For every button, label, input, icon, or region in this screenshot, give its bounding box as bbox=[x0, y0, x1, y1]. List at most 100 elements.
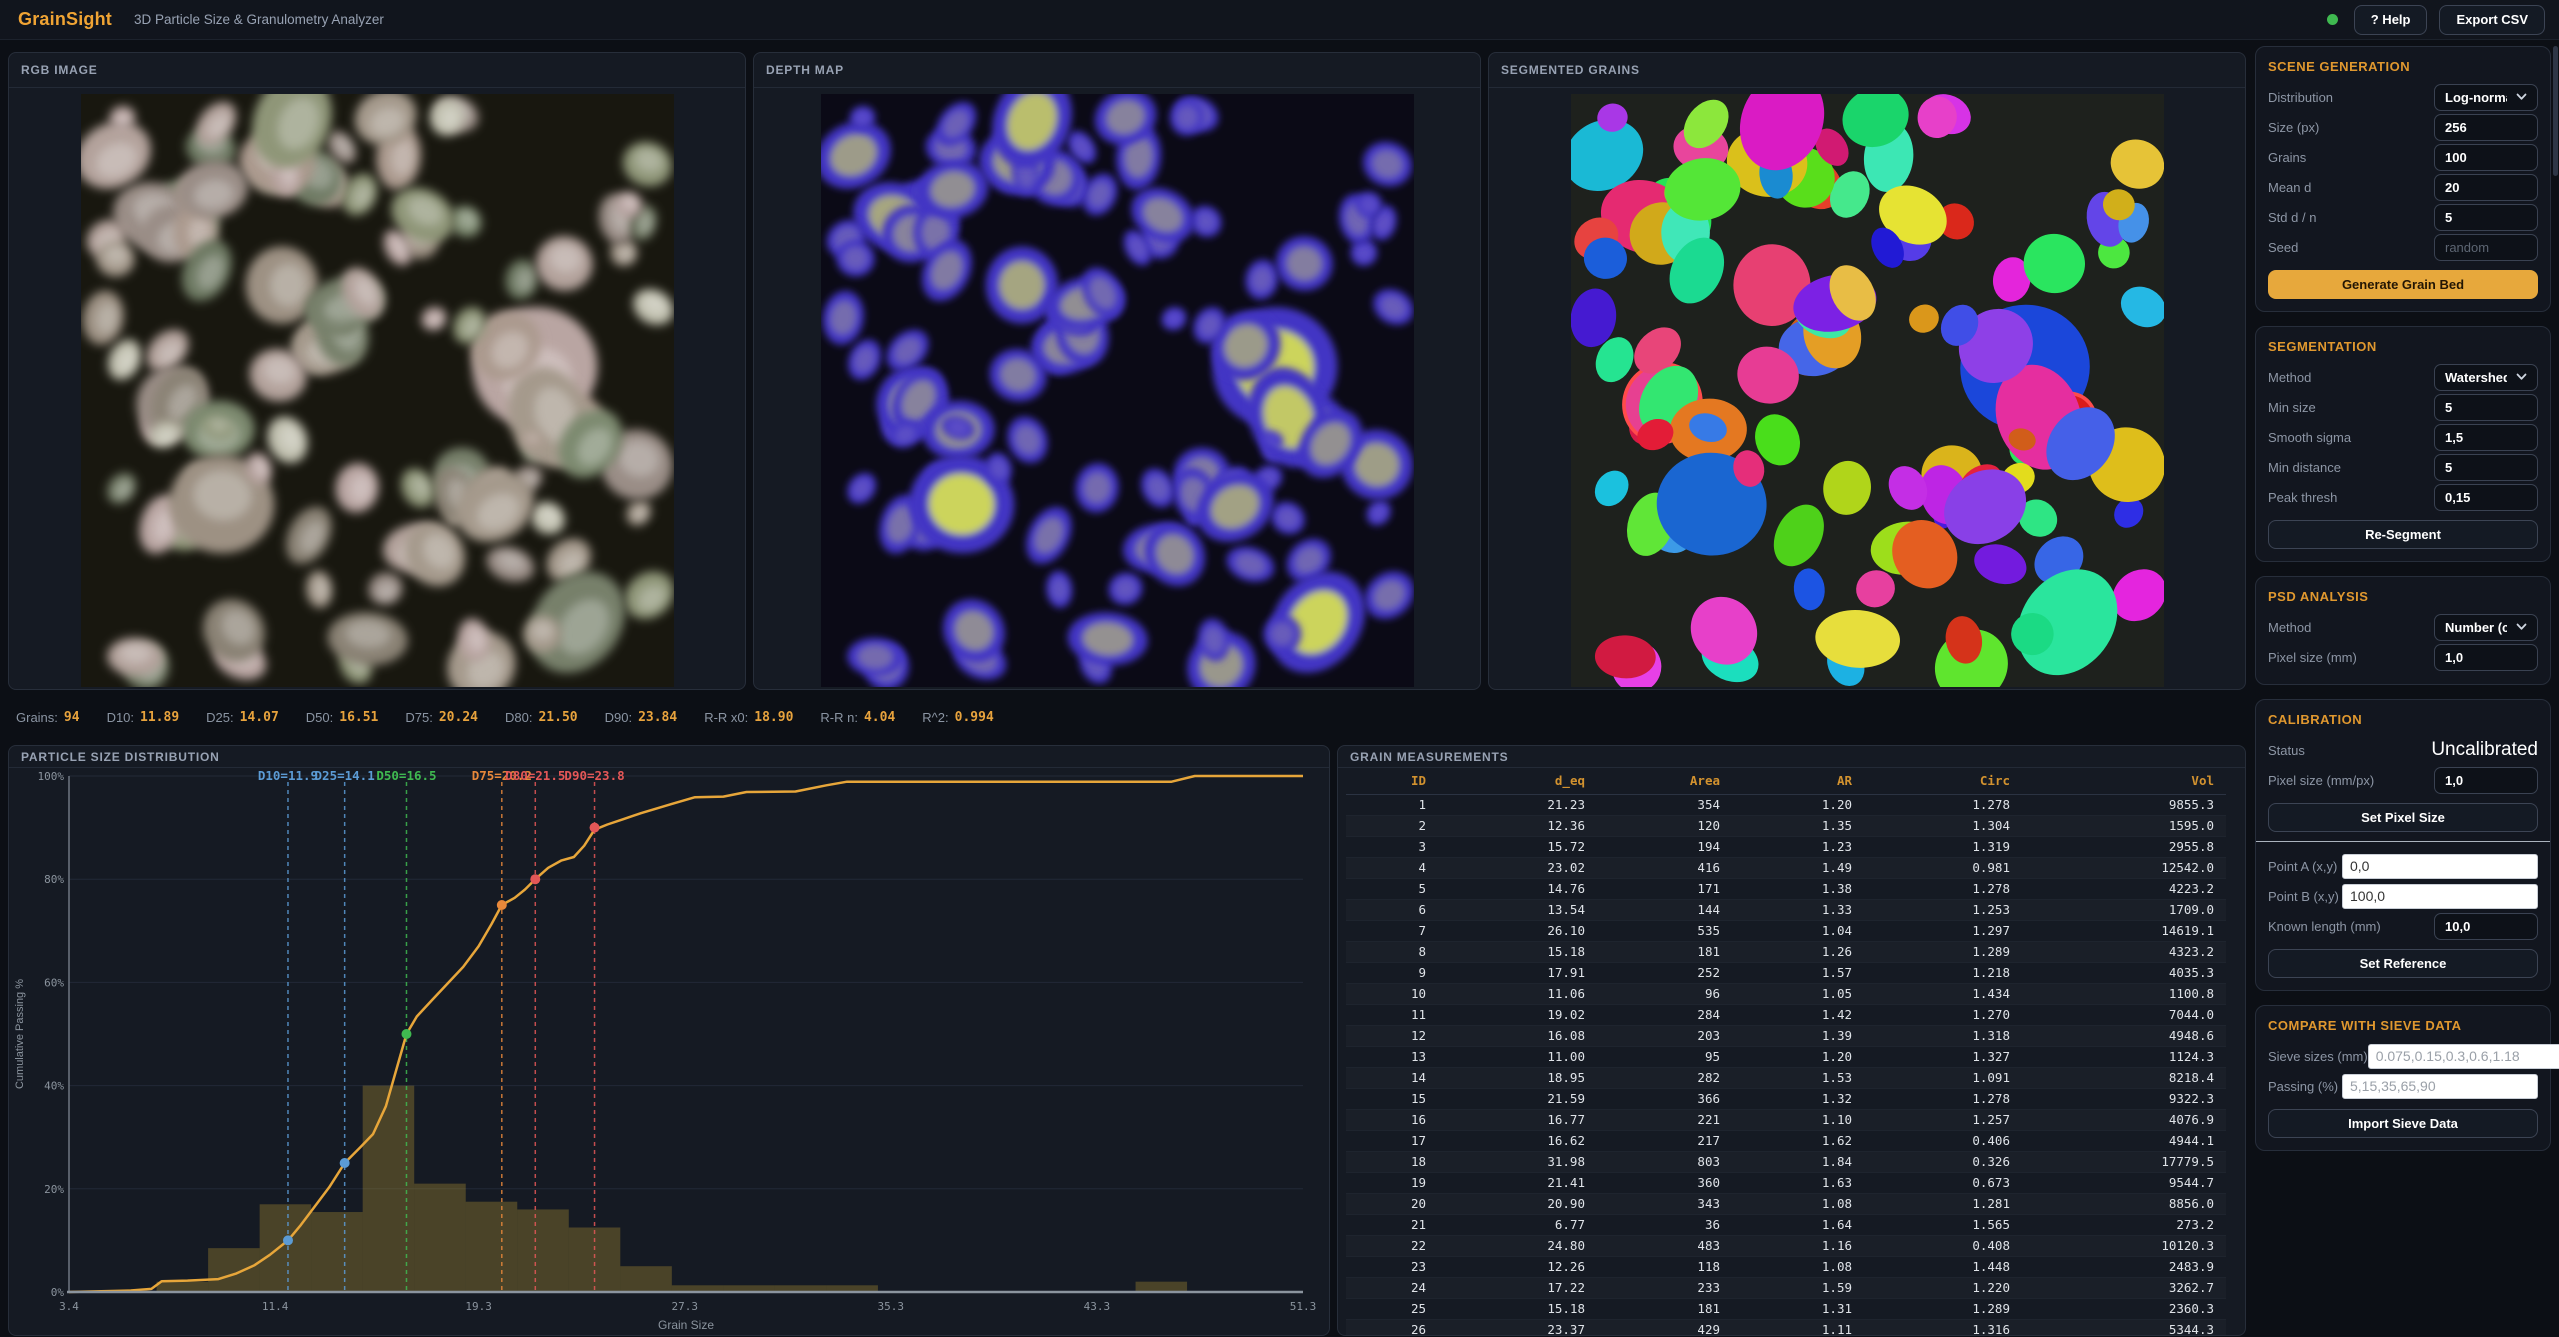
peak-thresh-input[interactable] bbox=[2434, 484, 2538, 511]
export-csv-button[interactable]: Export CSV bbox=[2439, 5, 2545, 35]
method-label: Method bbox=[2268, 370, 2311, 385]
sidebar-scrollbar[interactable] bbox=[2553, 46, 2558, 176]
table-row[interactable]: 1119.022841.421.2707044.0 bbox=[1346, 1004, 2226, 1025]
table-cell: 23.37 bbox=[1438, 1319, 1597, 1336]
segmented-grains-image[interactable] bbox=[1571, 94, 2164, 687]
table-row[interactable]: 2623.374291.111.3165344.3 bbox=[1346, 1319, 2226, 1336]
stat-r-r-n: R-R n:4.04 bbox=[820, 710, 895, 725]
stat-value: 4.04 bbox=[864, 710, 895, 725]
table-cell: 2483.9 bbox=[2022, 1256, 2226, 1277]
table-row[interactable]: 613.541441.331.2531709.0 bbox=[1346, 899, 2226, 920]
pixel-size-mm-input[interactable] bbox=[2434, 644, 2538, 671]
table-row[interactable]: 1418.952821.531.0918218.4 bbox=[1346, 1067, 2226, 1088]
import-sieve-data-button[interactable]: Import Sieve Data bbox=[2268, 1109, 2538, 1138]
method-select[interactable]: Watershed bbox=[2434, 364, 2538, 391]
min-size-input[interactable] bbox=[2434, 394, 2538, 421]
set-pixel-size-button[interactable]: Set Pixel Size bbox=[2268, 803, 2538, 832]
table-cell: 12 bbox=[1346, 1025, 1438, 1046]
stat-d90: D90:23.84 bbox=[605, 710, 678, 725]
marker-dot-d25 bbox=[340, 1158, 350, 1168]
table-cell: 354 bbox=[1597, 794, 1732, 815]
table-row[interactable]: 514.761711.381.2784223.2 bbox=[1346, 878, 2226, 899]
grains-input[interactable] bbox=[2434, 144, 2538, 171]
field-row-std-d-n: Std d / n bbox=[2268, 202, 2538, 232]
stat-label: D25: bbox=[206, 710, 233, 725]
point-b-x-y-input[interactable] bbox=[2342, 884, 2538, 909]
size-px-input[interactable] bbox=[2434, 114, 2538, 141]
peak-thresh-label: Peak thresh bbox=[2268, 490, 2337, 505]
chevron-down-icon bbox=[2516, 623, 2527, 631]
point-a-x-y-input[interactable] bbox=[2342, 854, 2538, 879]
table-row[interactable]: 2312.261181.081.4482483.9 bbox=[1346, 1256, 2226, 1277]
table-row[interactable]: 2224.804831.160.40810120.3 bbox=[1346, 1235, 2226, 1256]
table-cell: 1.289 bbox=[1864, 1298, 2022, 1319]
col-header-ar: AR bbox=[1732, 768, 1864, 794]
std-d-n-input[interactable] bbox=[2434, 204, 2538, 231]
table-cell: 16.62 bbox=[1438, 1130, 1597, 1151]
table-cell: 2360.3 bbox=[2022, 1298, 2226, 1319]
table-row[interactable]: 216.77361.641.565273.2 bbox=[1346, 1214, 2226, 1235]
table-cell: 4948.6 bbox=[2022, 1025, 2226, 1046]
mean-d-label: Mean d bbox=[2268, 180, 2311, 195]
table-row[interactable]: 726.105351.041.29714619.1 bbox=[1346, 920, 2226, 941]
table-cell: 1.218 bbox=[1864, 962, 2022, 983]
table-cell: 1.57 bbox=[1732, 962, 1864, 983]
generate-grain-bed-button[interactable]: Generate Grain Bed bbox=[2268, 270, 2538, 299]
smooth-sigma-input[interactable] bbox=[2434, 424, 2538, 451]
table-row[interactable]: 1311.00951.201.3271124.3 bbox=[1346, 1046, 2226, 1067]
set-reference-button[interactable]: Set Reference bbox=[2268, 949, 2538, 978]
passing-input[interactable] bbox=[2342, 1074, 2538, 1099]
histogram-bar bbox=[620, 1266, 672, 1292]
re-segment-button[interactable]: Re-Segment bbox=[2268, 520, 2538, 549]
marker-label-d25: D25=14.1 bbox=[315, 768, 375, 783]
point-a-x-y-label: Point A (x,y) bbox=[2268, 859, 2337, 874]
table-row[interactable]: 1831.988031.840.32617779.5 bbox=[1346, 1151, 2226, 1172]
seed-input[interactable] bbox=[2434, 234, 2538, 261]
table-row[interactable]: 212.361201.351.3041595.0 bbox=[1346, 815, 2226, 836]
table-row[interactable]: 917.912521.571.2184035.3 bbox=[1346, 962, 2226, 983]
table-cell: 14.76 bbox=[1438, 878, 1597, 899]
depth-map-image[interactable] bbox=[821, 94, 1414, 687]
svg-text:51.3: 51.3 bbox=[1290, 1300, 1317, 1313]
histogram-bar bbox=[311, 1212, 363, 1292]
known-length-mm-input[interactable] bbox=[2434, 913, 2538, 940]
table-cell: 1.278 bbox=[1864, 794, 2022, 815]
sieve-sizes-mm-input[interactable] bbox=[2368, 1044, 2559, 1069]
table-cell: 1.220 bbox=[1864, 1277, 2022, 1298]
distribution-select[interactable]: Log-normal bbox=[2434, 84, 2538, 111]
table-row[interactable]: 1616.772211.101.2574076.9 bbox=[1346, 1109, 2226, 1130]
table-row[interactable]: 1921.413601.630.6739544.7 bbox=[1346, 1172, 2226, 1193]
pixel-size-mm-px-input[interactable] bbox=[2434, 767, 2538, 794]
table-cell: 0.326 bbox=[1864, 1151, 2022, 1172]
segmented-panel-title: SEGMENTED GRAINS bbox=[1489, 53, 2245, 88]
table-cell: 11.00 bbox=[1438, 1046, 1597, 1067]
rgb-image[interactable] bbox=[81, 94, 674, 687]
method-select[interactable]: Number (count) bbox=[2434, 614, 2538, 641]
mean-d-input[interactable] bbox=[2434, 174, 2538, 201]
grains-label: Grains bbox=[2268, 150, 2306, 165]
selected-value: Log-normal bbox=[2445, 90, 2507, 105]
table-row[interactable]: 1521.593661.321.2789322.3 bbox=[1346, 1088, 2226, 1109]
table-row[interactable]: 121.233541.201.2789855.3 bbox=[1346, 794, 2226, 815]
table-row[interactable]: 2417.222331.591.2203262.7 bbox=[1346, 1277, 2226, 1298]
field-row-passing: Passing (%) bbox=[2268, 1071, 2538, 1101]
table-row[interactable]: 315.721941.231.3192955.8 bbox=[1346, 836, 2226, 857]
table-cell: 4323.2 bbox=[2022, 941, 2226, 962]
sidebar-section-title: SEGMENTATION bbox=[2268, 339, 2538, 354]
marker-dot-d75 bbox=[497, 900, 507, 910]
help-button[interactable]: ? Help bbox=[2354, 5, 2428, 35]
table-row[interactable]: 1216.082031.391.3184948.6 bbox=[1346, 1025, 2226, 1046]
table-row[interactable]: 423.024161.490.98112542.0 bbox=[1346, 857, 2226, 878]
table-row[interactable]: 1716.622171.620.4064944.1 bbox=[1346, 1130, 2226, 1151]
table-cell: 24 bbox=[1346, 1277, 1438, 1298]
table-row[interactable]: 815.181811.261.2894323.2 bbox=[1346, 941, 2226, 962]
table-row[interactable]: 1011.06961.051.4341100.8 bbox=[1346, 983, 2226, 1004]
table-row[interactable]: 2020.903431.081.2818856.0 bbox=[1346, 1193, 2226, 1214]
table-row[interactable]: 2515.181811.311.2892360.3 bbox=[1346, 1298, 2226, 1319]
table-cell: 1.84 bbox=[1732, 1151, 1864, 1172]
depth-map-panel: DEPTH MAP bbox=[753, 52, 1481, 690]
known-length-mm-label: Known length (mm) bbox=[2268, 919, 2381, 934]
table-cell: 1.62 bbox=[1732, 1130, 1864, 1151]
histogram-bar bbox=[157, 1282, 209, 1292]
min-distance-input[interactable] bbox=[2434, 454, 2538, 481]
